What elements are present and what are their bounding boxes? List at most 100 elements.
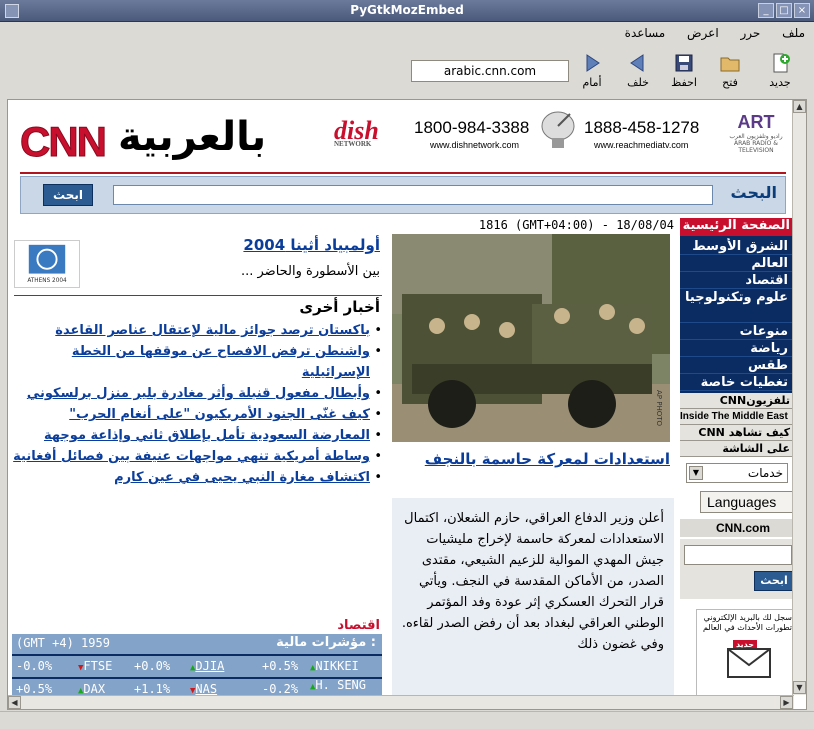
search-label: البحث: [730, 183, 778, 202]
cnn-arabic-logo[interactable]: CNN بالعربية: [20, 108, 267, 166]
index-name: NIKKEI: [315, 659, 359, 673]
back-button[interactable]: خلف: [618, 52, 658, 89]
main-story-text: أعلن وزير الدفاع العراقي، حازم الشعلان، …: [392, 498, 674, 697]
scroll-down-icon[interactable]: ▼: [793, 681, 806, 694]
iraq-soldiers-photo[interactable]: [392, 234, 670, 442]
url-input[interactable]: arabic.cnn.com: [411, 60, 569, 82]
index-name: FTSE: [83, 659, 113, 673]
index-value: +1.1%: [134, 682, 171, 696]
nav-item-world[interactable]: العالم: [680, 255, 794, 272]
art-logo-text: ART: [737, 112, 775, 132]
forward-button[interactable]: أمام: [572, 52, 612, 89]
envelope-icon: [727, 648, 771, 678]
nav-item-middle-east[interactable]: الشرق الأوسط: [680, 238, 794, 255]
market-indices-label: مؤشرات مالية :: [276, 635, 376, 650]
ad-text: سجل لك بالبريد الإلكتروني تطورات الأحداث…: [702, 613, 792, 632]
main-headline[interactable]: استعدادات لمعركة حاسمة بالنجف: [400, 446, 670, 472]
olympics-subtitle: بين الأسطورة والحاضر ...: [240, 264, 380, 279]
scroll-up-icon[interactable]: ▲: [793, 100, 806, 113]
cnn-com-search-button[interactable]: ابحث: [754, 571, 794, 591]
browser-viewport: CNN بالعربية dish NETWORK 1800-984-3388 …: [7, 99, 807, 710]
nav-item-economy[interactable]: اقتصاد: [680, 272, 794, 289]
forward-arrow-icon: [586, 54, 600, 72]
minimize-icon[interactable]: _: [758, 3, 774, 18]
dish-network-ad[interactable]: dish NETWORK 1800-984-3388 www.dishnetwo…: [334, 110, 534, 158]
list-item: وأبطال مفعول قنبلة وأثر مغادرة بلير منزل…: [12, 383, 384, 404]
satellite-dish-icon: [541, 111, 575, 148]
nav-home[interactable]: الصفحة الرئيسية: [680, 218, 794, 236]
new-button[interactable]: جديد: [760, 52, 800, 89]
maximize-icon[interactable]: □: [776, 3, 792, 18]
search-button[interactable]: ابحث: [43, 184, 93, 206]
save-label: احفظ: [671, 76, 697, 89]
open-button[interactable]: فتح: [710, 52, 750, 89]
index-nas[interactable]: ▼NAS: [190, 682, 217, 696]
index-value: +0.0%: [134, 659, 171, 673]
news-link-washington[interactable]: واشنطن ترفض الافصاح عن موقفها من الخطة ا…: [72, 344, 370, 380]
economy-heading[interactable]: اقتصاد: [88, 618, 380, 633]
index-ftse[interactable]: ▼FTSE: [78, 659, 112, 673]
menu-edit[interactable]: حرر: [732, 22, 770, 40]
athens-olympics-logo[interactable]: ATHENS 2004: [14, 240, 80, 288]
floppy-icon: [675, 54, 693, 72]
list-item: كيف غنّى الجنود الأمريكيون "على أنغام ال…: [12, 404, 384, 425]
statusbar: [0, 711, 814, 729]
menu-view[interactable]: اعرض: [678, 22, 728, 40]
index-nikkei[interactable]: ▲NIKKEI: [310, 659, 359, 673]
window-title: PyGtkMozEmbed: [350, 3, 464, 17]
nav-item-weather[interactable]: طقس: [680, 357, 794, 374]
news-link-afghan[interactable]: وساطة أمريكية تنهي مواجهات عنيفة بين فصا…: [13, 449, 370, 464]
list-item: باكستان ترصد جوائز مالية لإعتقال عناصر ا…: [12, 320, 384, 341]
services-dropdown[interactable]: خدمات ▼: [686, 463, 788, 483]
news-link-pakistan[interactable]: باكستان ترصد جوائز مالية لإعتقال عناصر ا…: [55, 323, 370, 338]
nav-item-special[interactable]: تغطيات خاصة: [680, 374, 794, 391]
index-hseng[interactable]: ▲H. SENG: [310, 679, 366, 693]
nav-item-science[interactable]: علوم وتكنولوجيا: [680, 289, 794, 323]
dish-logo: dish NETWORK: [334, 116, 379, 148]
scroll-right-icon[interactable]: ▶: [780, 696, 793, 709]
horizontal-scrollbar[interactable]: ◀ ▶: [8, 695, 794, 709]
menu-help[interactable]: مساعدة: [616, 22, 675, 40]
search-input[interactable]: [113, 185, 713, 205]
back-label: خلف: [627, 76, 649, 89]
nav-item-sports[interactable]: رياضة: [680, 340, 794, 357]
window-titlebar[interactable]: PyGtkMozEmbed _ □ ×: [0, 0, 814, 22]
new-label: جديد: [769, 76, 791, 89]
reach-phone: 1888-458-1278: [584, 118, 700, 137]
services-dropdown-value: خدمات: [747, 466, 783, 480]
news-link-saudi[interactable]: المعارضة السعودية تأمل بإطلاق ثاني وإذاع…: [44, 428, 370, 443]
menu-file[interactable]: ملف: [773, 22, 814, 40]
nav-inside-middle-east[interactable]: Inside The Middle East: [680, 409, 794, 425]
index-value: +0.5%: [16, 682, 53, 696]
save-button[interactable]: احفظ: [664, 52, 704, 89]
nav-item-misc[interactable]: منوعات: [680, 323, 794, 340]
vertical-scrollbar[interactable]: ▲ ▼: [792, 100, 806, 695]
scroll-left-icon[interactable]: ◀: [8, 696, 21, 709]
list-item: المعارضة السعودية تأمل بإطلاق ثاني وإذاع…: [12, 425, 384, 446]
close-icon[interactable]: ×: [794, 3, 810, 18]
news-link-blair[interactable]: وأبطال مفعول قنبلة وأثر مغادرة بلير منزل…: [27, 386, 370, 401]
cnn-com-search-input[interactable]: [684, 545, 792, 565]
cnn-com-label[interactable]: CNN.com: [680, 519, 794, 537]
toolbar: جديد فتح احفظ خلف أمام: [0, 48, 814, 98]
art-logo[interactable]: ART راديو وتلفزيون العرب ARAB RADIO & TE…: [726, 112, 786, 154]
search-band: البحث ابحث: [20, 176, 786, 214]
reach-site: www.reachmediatv.com: [594, 140, 689, 150]
nav-cnn-tv[interactable]: تلفزيونCNN: [680, 393, 794, 409]
email-alert-ad[interactable]: سجل لك بالبريد الإلكتروني تطورات الأحداث…: [696, 609, 794, 697]
nav-on-screen[interactable]: على الشاشة: [680, 441, 794, 457]
dish-phone: 1800-984-3388: [414, 118, 530, 137]
news-link-cave[interactable]: اكتشاف مغارة النبي يحيى في عين كارم: [114, 470, 370, 485]
web-page: CNN بالعربية dish NETWORK 1800-984-3388 …: [8, 100, 794, 697]
logo-cnn: CNN: [20, 118, 108, 166]
nav-watch-cnn[interactable]: كيف تشاهد CNN: [680, 425, 794, 441]
languages-select[interactable]: Languages: [700, 491, 794, 513]
olympics-title-link[interactable]: أولمبياد أثينا 2004: [88, 236, 380, 254]
index-name: DJIA: [195, 659, 225, 673]
photo-credit: AP PHOTO: [655, 390, 663, 427]
reach-media-ad[interactable]: 1888-458-1278 www.reachmediatv.com: [536, 104, 712, 160]
market-indices-table: مؤشرات مالية : (GMT +4) 1959 ▲NIKKEI +0.…: [12, 634, 382, 697]
index-djia[interactable]: ▲DJIA: [190, 659, 224, 673]
index-dax[interactable]: ▲DAX: [78, 682, 105, 696]
news-link-soldiers[interactable]: كيف غنّى الجنود الأمريكيون "على أنغام ال…: [69, 407, 370, 422]
